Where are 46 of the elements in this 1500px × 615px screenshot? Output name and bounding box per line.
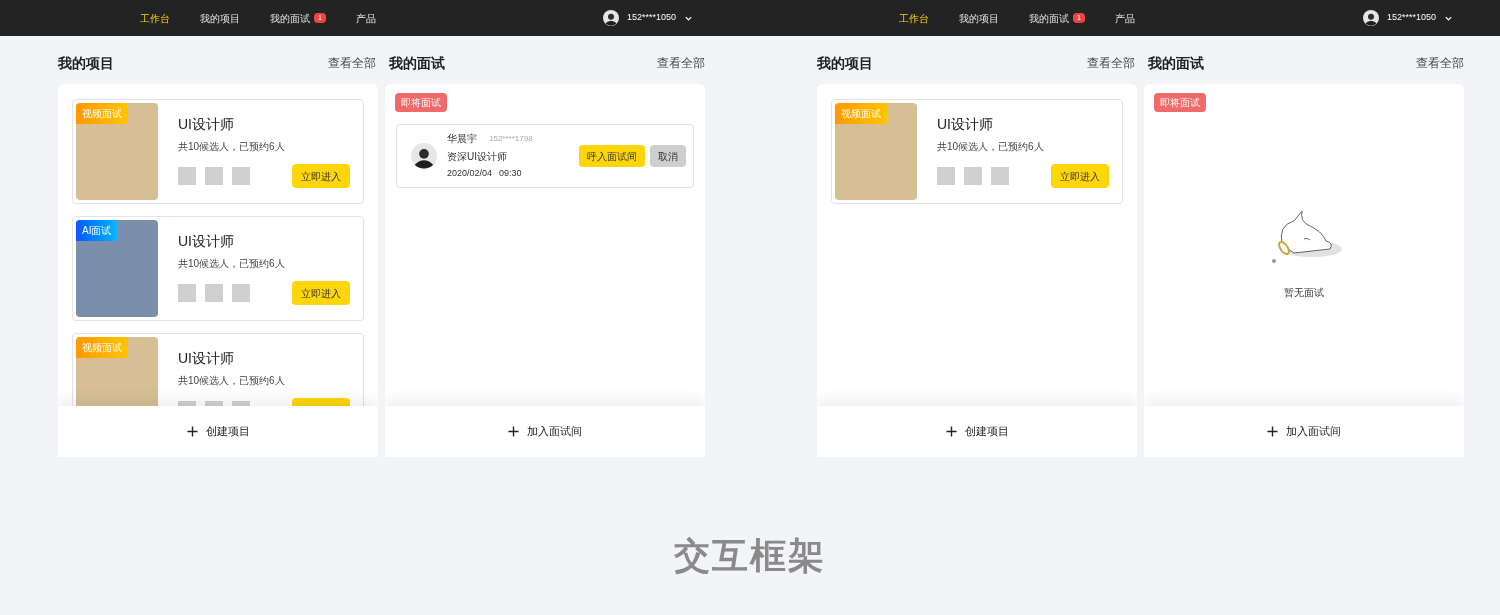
cancel-button[interactable]: 取消: [650, 145, 686, 167]
section-title: 我的面试: [1148, 53, 1204, 73]
nav-tab[interactable]: 产品: [355, 10, 376, 26]
nav-tab[interactable]: 我的项目: [959, 10, 999, 26]
enter-button[interactable]: 立即进入: [292, 281, 350, 305]
view-all-link[interactable]: 查看全部: [657, 54, 705, 72]
nav-tab[interactable]: 工作台: [140, 10, 170, 26]
interview-type-tag: 视频面试: [76, 103, 128, 124]
candidate-role: 资深UI设计师: [447, 150, 508, 165]
footer-add-button[interactable]: 加入面试间: [1144, 406, 1464, 457]
enter-button[interactable]: 立即进入: [292, 164, 350, 188]
candidate-name: 华晨宇: [447, 132, 477, 147]
nav-tab[interactable]: 我的项目: [200, 10, 240, 26]
interview-type-tag: AI面试: [76, 220, 118, 241]
section-title: 我的项目: [817, 53, 873, 73]
empty-message: 暂无面试: [1284, 286, 1324, 300]
view-all-link[interactable]: 查看全部: [328, 54, 376, 72]
footer-add-button[interactable]: 创建项目: [58, 406, 378, 457]
project-summary: 共10候选人，已预约6人: [178, 257, 286, 271]
call-in-button[interactable]: 呼入面试间: [579, 145, 645, 167]
nav-tab[interactable]: 产品: [1114, 10, 1135, 26]
project-summary: 共10候选人，已预约6人: [178, 140, 286, 154]
project-title: UI设计师: [937, 115, 994, 134]
interview-type-tag: 视频面试: [76, 337, 128, 358]
footer-add-button[interactable]: 加入面试间: [385, 406, 705, 457]
project-title: UI设计师: [178, 349, 235, 368]
user-phone: 152****1050: [626, 11, 676, 25]
project-title: UI设计师: [178, 115, 235, 134]
candidate-phone: 152****1798: [489, 132, 533, 145]
project-summary: 共10候选人，已预约6人: [178, 374, 286, 388]
upcoming-tag: 即将面试: [395, 93, 447, 112]
nav-tab[interactable]: 工作台: [899, 10, 929, 26]
project-title: UI设计师: [178, 232, 235, 251]
interview-date: 2020/02/04: [447, 167, 493, 181]
interview-type-tag: 视频面试: [835, 103, 887, 124]
interview-time: 09:30: [499, 167, 522, 181]
view-all-link[interactable]: 查看全部: [1087, 54, 1135, 72]
section-title: 我的项目: [58, 53, 114, 73]
caption: 交互框架: [674, 534, 826, 578]
upcoming-tag: 即将面试: [1154, 93, 1206, 112]
view-all-link[interactable]: 查看全部: [1416, 54, 1464, 72]
project-summary: 共10候选人，已预约6人: [937, 140, 1045, 154]
enter-button[interactable]: 立即进入: [1051, 164, 1109, 188]
user-phone: 152****1050: [1386, 11, 1436, 25]
section-title: 我的面试: [389, 53, 445, 73]
footer-add-button[interactable]: 创建项目: [817, 406, 1137, 457]
